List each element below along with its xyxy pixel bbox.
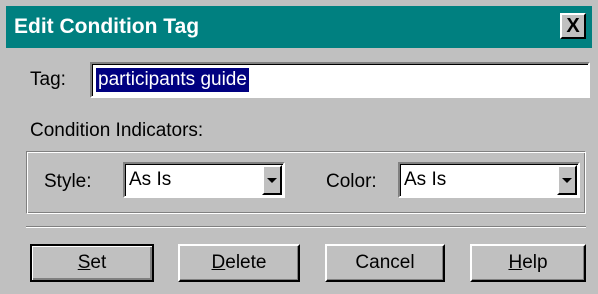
- style-select-value: As Is: [129, 169, 172, 190]
- help-mnemonic: H: [508, 252, 523, 273]
- tag-input[interactable]: participants guide: [90, 62, 590, 98]
- set-mnemonic: S: [77, 252, 91, 273]
- delete-label-rest: elete: [225, 252, 267, 273]
- style-label: Style:: [44, 171, 92, 192]
- color-label: Color:: [326, 171, 377, 192]
- help-label-rest: elp: [522, 252, 548, 273]
- color-select-value: As Is: [404, 169, 447, 190]
- style-dropdown-button[interactable]: [262, 165, 282, 195]
- cancel-label: Cancel: [355, 252, 415, 273]
- dialog-title: Edit Condition Tag: [14, 15, 200, 38]
- close-icon: X: [566, 15, 580, 37]
- edit-condition-tag-dialog: Edit Condition Tag X Tag: participants g…: [0, 0, 598, 294]
- tag-input-value: participants guide: [96, 68, 249, 92]
- condition-indicators-label: Condition Indicators:: [30, 120, 204, 141]
- style-select[interactable]: As Is: [123, 162, 285, 198]
- title-bar[interactable]: Edit Condition Tag X: [6, 6, 592, 48]
- close-button[interactable]: X: [560, 13, 586, 39]
- color-dropdown-button[interactable]: [557, 165, 577, 195]
- cancel-button[interactable]: Cancel: [325, 244, 445, 282]
- delete-button[interactable]: Delete: [178, 244, 300, 282]
- delete-mnemonic: D: [211, 252, 226, 273]
- separator: [26, 226, 586, 228]
- color-select[interactable]: As Is: [398, 162, 580, 198]
- chevron-down-icon: [562, 177, 572, 183]
- set-button[interactable]: Set: [30, 244, 154, 282]
- tag-label: Tag:: [30, 69, 66, 90]
- chevron-down-icon: [267, 177, 277, 183]
- help-button[interactable]: Help: [470, 244, 586, 282]
- set-label-rest: et: [90, 252, 107, 273]
